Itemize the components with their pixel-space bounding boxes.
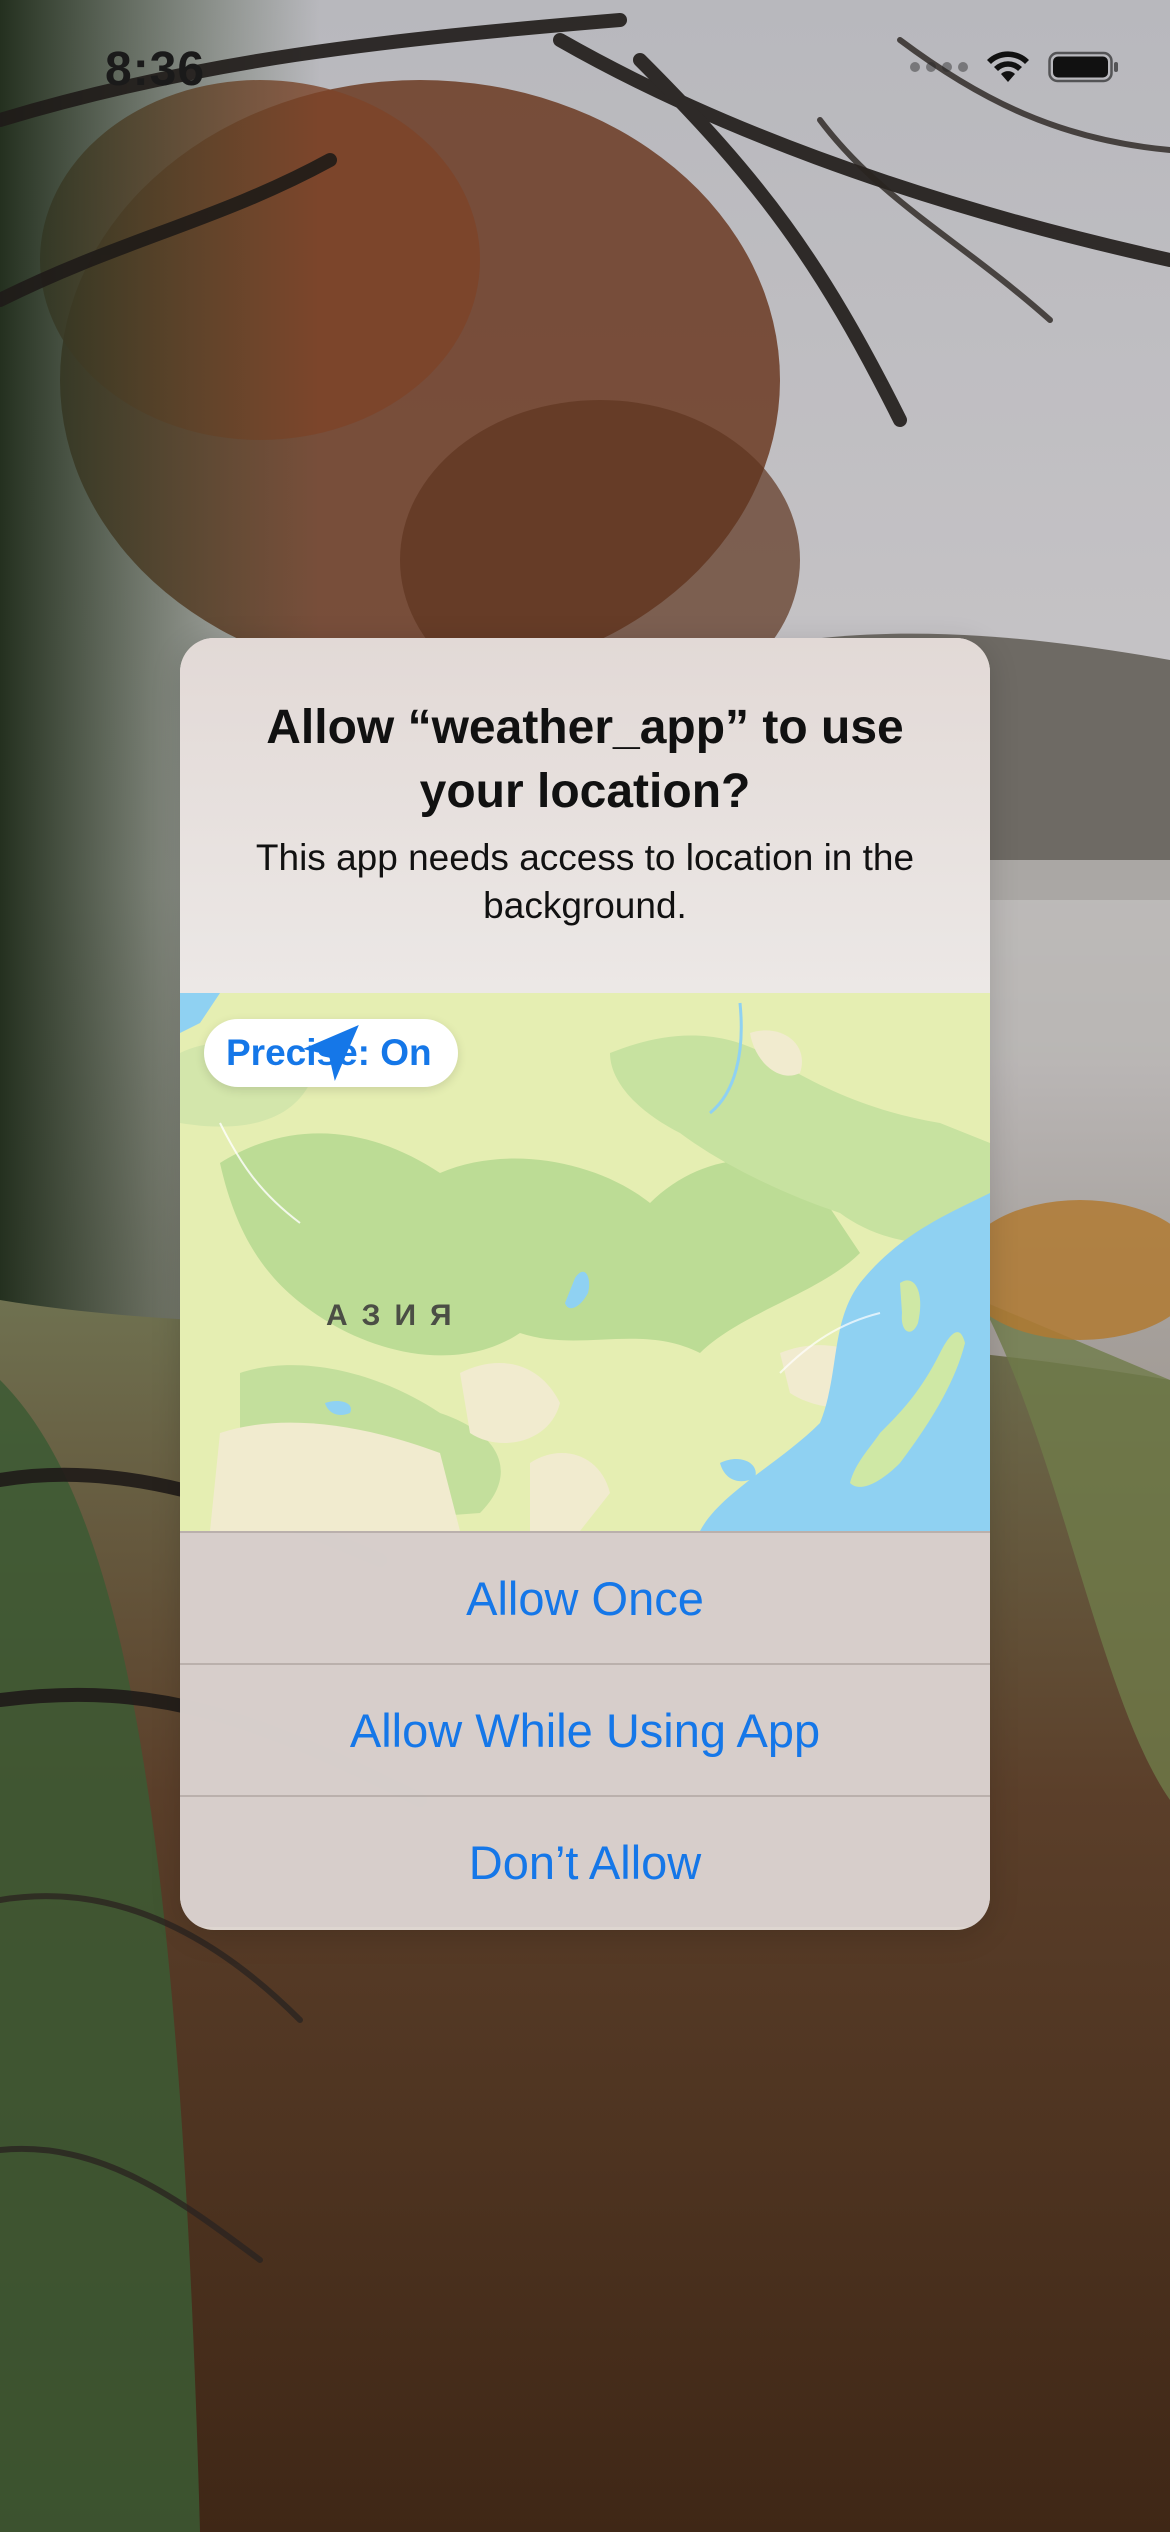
status-time: 8:36 [105, 43, 206, 96]
alert-header: Allow “weather_app” to use your location… [180, 638, 990, 993]
allow-while-using-app-button[interactable]: Allow While Using App [180, 1663, 990, 1795]
location-permission-alert: Allow “weather_app” to use your location… [180, 638, 990, 1930]
cellular-signal-icon [910, 62, 968, 72]
location-arrow-icon [302, 1025, 359, 1081]
battery-icon [1048, 51, 1118, 83]
status-bar: 8:36 [0, 0, 1170, 140]
location-map[interactable]: АЗИЯ Precise: On [180, 993, 990, 1531]
dont-allow-button[interactable]: Don’t Allow [180, 1795, 990, 1927]
map-region-label: АЗИЯ [326, 1299, 466, 1332]
allow-once-button[interactable]: Allow Once [180, 1531, 990, 1663]
screen: 8:36 Allow “weather_app” to use your loc… [0, 0, 1170, 2532]
status-icons [910, 50, 1120, 84]
precise-location-toggle[interactable]: Precise: On [204, 1019, 458, 1087]
wifi-icon [987, 51, 1029, 82]
alert-title: Allow “weather_app” to use your location… [266, 701, 904, 818]
alert-message: This app needs access to location in the… [255, 837, 915, 926]
